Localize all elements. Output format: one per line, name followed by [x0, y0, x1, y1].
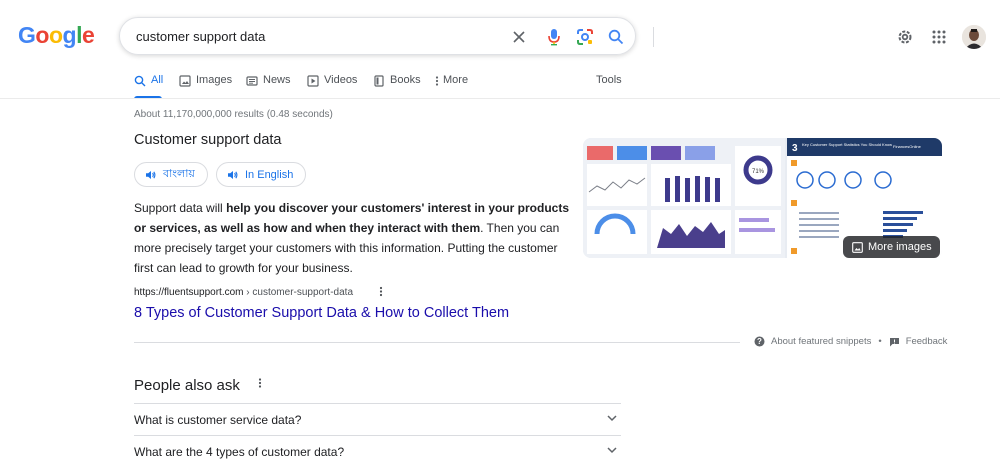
feedback-icon [889, 337, 899, 346]
logo-letter: o [48, 22, 63, 48]
more-vert-icon [258, 378, 262, 388]
tab-label: Books [390, 74, 421, 86]
tools-button[interactable]: Tools [596, 74, 622, 98]
search-icon[interactable] [605, 26, 627, 48]
logo-letter: G [18, 22, 36, 48]
help-icon: ? [754, 336, 765, 347]
feedback-link[interactable]: Feedback [906, 336, 948, 347]
tab-videos[interactable]: Videos [307, 74, 357, 98]
paa-question-text: What is customer service data? [134, 412, 302, 427]
snippet-text: Support data will [134, 201, 227, 215]
account-avatar[interactable] [962, 25, 986, 49]
logo-letter: g [62, 22, 77, 48]
tab-label: All [151, 74, 164, 86]
snippet-footer: ? About featured snippets • Feedback [754, 336, 947, 347]
paa-question[interactable]: What are the 4 types of customer data? [134, 435, 621, 467]
separator-dot: • [878, 336, 882, 347]
search-icon [134, 75, 146, 87]
search-box[interactable]: customer support data [119, 17, 654, 55]
listen-bengali-button[interactable]: বাংলায় [134, 162, 208, 187]
tab-label: Images [196, 74, 233, 86]
image-icon [179, 75, 191, 87]
more-vert-icon [379, 286, 383, 297]
book-icon [373, 75, 385, 87]
tab-more[interactable]: More [435, 74, 468, 98]
speaker-icon [146, 170, 156, 179]
more-images-label: More images [868, 241, 932, 253]
lang-label: বাংলায় [163, 168, 195, 180]
image-icon [852, 241, 863, 253]
google-logo[interactable]: Google [18, 22, 95, 49]
tab-label: News [263, 74, 291, 86]
microphone-icon[interactable] [543, 26, 565, 48]
speaker-icon [228, 170, 238, 179]
tab-books[interactable]: Books [373, 74, 421, 98]
tab-label: Videos [324, 74, 358, 86]
chevron-down-icon [606, 444, 618, 459]
gauge-text: 71% [752, 169, 765, 175]
source-domain: https://fluentsupport.com [134, 287, 244, 298]
chevron-down-icon [606, 412, 618, 427]
logo-letter: o [35, 22, 49, 48]
video-icon [307, 75, 319, 87]
header-divider [0, 98, 1000, 99]
about-snippets-link[interactable]: About featured snippets [771, 336, 871, 347]
tab-all[interactable]: All [134, 74, 163, 98]
infographic-brand: FinancesOnline [893, 144, 922, 149]
logo-letter: e [81, 22, 95, 48]
news-icon [246, 75, 258, 87]
apps-grid-icon[interactable] [929, 27, 949, 47]
paa-menu-button[interactable] [258, 377, 262, 392]
result-title-link[interactable]: 8 Types of Customer Support Data & How t… [134, 305, 509, 321]
snippet-body: Support data will help you discover your… [134, 198, 572, 278]
settings-gear-icon[interactable] [895, 27, 915, 47]
camera-lens-icon[interactable] [574, 26, 596, 48]
paa-question-text: What are the 4 types of customer data? [134, 444, 345, 459]
tab-label: More [443, 74, 469, 86]
paa-heading: People also ask [134, 377, 240, 394]
tab-news[interactable]: News [246, 74, 291, 98]
more-vert-icon [435, 75, 440, 87]
source-menu-button[interactable] [379, 286, 383, 300]
source-url[interactable]: https://fluentsupport.com › customer-sup… [134, 287, 353, 298]
results-count: About 11,170,000,000 results (0.48 secon… [134, 109, 333, 120]
infographic-title: Key Customer Support Statistics You Shou… [802, 142, 892, 147]
search-input[interactable]: customer support data [136, 29, 265, 44]
search-divider [653, 27, 654, 47]
tools-label: Tools [596, 74, 622, 86]
snippet-divider [134, 342, 740, 343]
source-path: › customer-support-data [243, 287, 354, 298]
more-images-button[interactable]: More images [843, 236, 940, 258]
clear-icon[interactable] [508, 26, 530, 48]
lang-label: In English [245, 168, 294, 181]
tab-images[interactable]: Images [179, 74, 232, 98]
infographic-number: 3 [792, 143, 798, 154]
listen-english-button[interactable]: In English [216, 162, 307, 187]
snippet-title: Customer support data [134, 132, 282, 148]
paa-question[interactable]: What is customer service data? [134, 403, 621, 435]
svg-text:?: ? [757, 337, 762, 346]
